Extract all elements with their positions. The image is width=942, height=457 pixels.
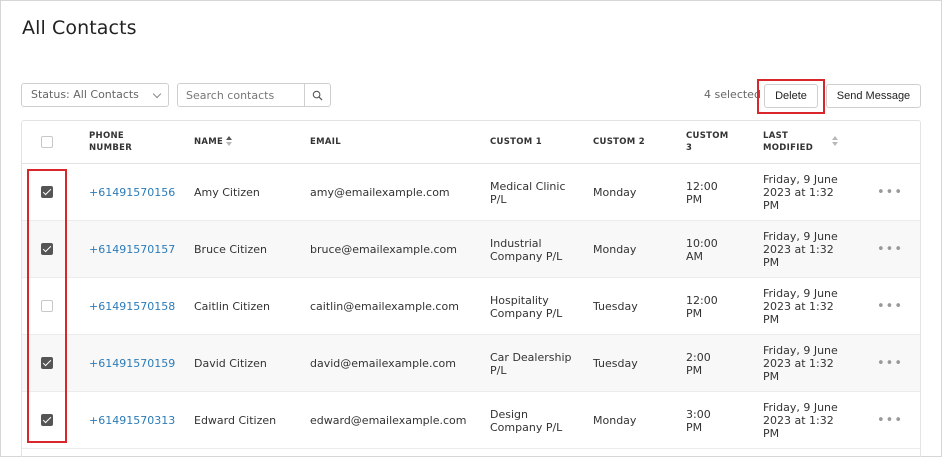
custom-3-value: 12:00 PM bbox=[686, 294, 718, 320]
custom-2-value: Monday bbox=[593, 186, 637, 199]
contact-email: bruce@emailexample.com bbox=[310, 243, 457, 256]
contact-name: Edward Citizen bbox=[194, 414, 277, 427]
more-options-icon[interactable]: ••• bbox=[877, 356, 903, 371]
custom-3-value: 2:00 PM bbox=[686, 351, 711, 377]
search-input[interactable] bbox=[178, 84, 306, 106]
search-box bbox=[177, 83, 331, 107]
select-all-checkbox[interactable] bbox=[41, 136, 53, 148]
sort-arrows-icon[interactable] bbox=[832, 136, 839, 147]
custom-1-value: Hospitality Company P/L bbox=[490, 294, 563, 320]
more-options-icon[interactable]: ••• bbox=[877, 299, 903, 314]
sort-arrows-icon[interactable] bbox=[226, 136, 233, 147]
last-modified-value: Friday, 9 June 2023 at 1:32 PM bbox=[763, 173, 838, 212]
selected-count: 4 selected bbox=[704, 88, 761, 101]
send-message-button[interactable]: Send Message bbox=[826, 84, 921, 108]
table-row[interactable]: +61491570313 Edward Citizen edward@emailex… bbox=[22, 392, 920, 449]
last-modified-value: Friday, 9 June 2023 at 1:32 PM bbox=[763, 230, 838, 269]
contacts-table: PHONE NUMBER NAME EMAIL CUSTOM 1 CUSTOM … bbox=[21, 120, 921, 457]
last-modified-value: Friday, 9 June 2023 at 1:32 PM bbox=[763, 344, 838, 383]
custom-2-value: Tuesday bbox=[593, 357, 638, 370]
custom-3-value: 12:00 PM bbox=[686, 180, 718, 206]
header-custom-1[interactable]: CUSTOM 1 bbox=[490, 136, 542, 148]
table-row[interactable]: +61491570157 Bruce Citizen bruce@emailexam… bbox=[22, 221, 920, 278]
custom-2-value: Monday bbox=[593, 414, 637, 427]
contact-email: amy@emailexample.com bbox=[310, 186, 450, 199]
contact-email: david@emailexample.com bbox=[310, 357, 456, 370]
checkbox-highlight-box bbox=[27, 169, 67, 443]
status-filter-value: Status: All Contacts bbox=[31, 88, 139, 101]
header-custom-3[interactable]: CUSTOM 3 bbox=[686, 130, 734, 154]
more-options-icon[interactable]: ••• bbox=[877, 185, 903, 200]
header-email[interactable]: EMAIL bbox=[310, 136, 341, 148]
contact-name: Bruce Citizen bbox=[194, 243, 267, 256]
page-title: All Contacts bbox=[22, 17, 137, 39]
status-filter-select[interactable]: Status: All Contacts bbox=[21, 83, 169, 107]
last-modified-value: Friday, 9 June 2023 at 1:32 PM bbox=[763, 401, 838, 440]
more-options-icon[interactable]: ••• bbox=[877, 242, 903, 257]
contact-name: Caitlin Citizen bbox=[194, 300, 270, 313]
phone-number-link[interactable]: +61491570159 bbox=[89, 357, 179, 370]
custom-1-value: Car Dealership P/L bbox=[490, 351, 572, 377]
delete-highlight-box bbox=[757, 79, 825, 114]
last-modified-value: Friday, 9 June 2023 at 1:32 PM bbox=[763, 287, 838, 326]
custom-1-value: Industrial Company P/L bbox=[490, 237, 563, 263]
search-icon bbox=[312, 90, 323, 101]
custom-3-value: 10:00 AM bbox=[686, 237, 718, 263]
table-row[interactable]: +61491570158 Caitlin Citizen caitlin@email… bbox=[22, 278, 920, 335]
custom-2-value: Tuesday bbox=[593, 300, 638, 313]
header-custom-2[interactable]: CUSTOM 2 bbox=[593, 136, 645, 148]
table-header: PHONE NUMBER NAME EMAIL CUSTOM 1 CUSTOM … bbox=[22, 121, 920, 164]
table-row[interactable]: +61491570159 David Citizen david@emailexam… bbox=[22, 335, 920, 392]
custom-2-value: Monday bbox=[593, 243, 637, 256]
search-button[interactable] bbox=[304, 84, 330, 106]
contact-name: David Citizen bbox=[194, 357, 267, 370]
custom-3-value: 3:00 PM bbox=[686, 408, 711, 434]
header-name[interactable]: NAME bbox=[194, 136, 223, 148]
header-phone-number[interactable]: PHONE NUMBER bbox=[89, 130, 149, 154]
custom-1-value: Medical Clinic P/L bbox=[490, 180, 566, 206]
phone-number-link[interactable]: +61491570157 bbox=[89, 243, 179, 256]
contact-email: edward@emailexample.com bbox=[310, 414, 467, 427]
more-options-icon[interactable]: ••• bbox=[877, 413, 903, 428]
contact-name: Amy Citizen bbox=[194, 186, 260, 199]
table-row[interactable]: +61491570156 Amy Citizen amy@emailexample.… bbox=[22, 164, 920, 221]
chevron-down-icon bbox=[152, 89, 162, 99]
phone-number-link[interactable]: +61491570158 bbox=[89, 300, 179, 313]
phone-number-link[interactable]: +61491570313 bbox=[89, 414, 179, 427]
phone-number-link[interactable]: +61491570156 bbox=[89, 186, 179, 199]
custom-1-value: Design Company P/L bbox=[490, 408, 563, 434]
header-last-modified[interactable]: LAST MODIFIED bbox=[763, 130, 823, 154]
contact-email: caitlin@emailexample.com bbox=[310, 300, 459, 313]
